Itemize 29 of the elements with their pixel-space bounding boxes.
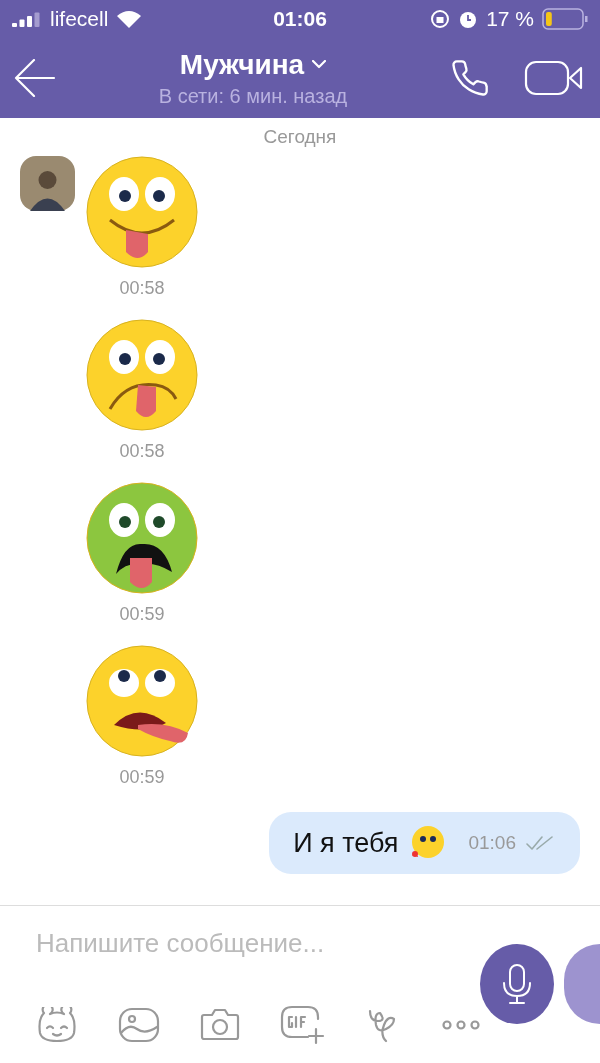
gif-plus-icon[interactable] <box>280 1005 326 1045</box>
bear-face-icon[interactable] <box>36 1007 78 1043</box>
camera-icon[interactable] <box>200 1008 240 1042</box>
battery-icon <box>542 8 588 30</box>
wifi-icon <box>116 10 143 28</box>
message-time: 00:58 <box>119 441 165 462</box>
image-icon[interactable] <box>118 1007 160 1043</box>
message-time: 00:59 <box>119 767 165 788</box>
signal-icon <box>12 11 42 27</box>
last-seen-status: В сети: 6 мин. назад <box>158 84 348 108</box>
battery-percent: 17 % <box>486 7 534 31</box>
message-time: 00:59 <box>119 604 165 625</box>
chevron-down-icon[interactable] <box>312 60 327 69</box>
contact-name[interactable]: Мужчина <box>179 48 305 81</box>
clock: 01:06 <box>273 7 327 31</box>
message-time: 01:06 <box>468 832 516 854</box>
more-icon[interactable] <box>442 1020 480 1030</box>
microphone-icon <box>501 963 532 1005</box>
message-text: И я тебя <box>293 827 399 859</box>
message-time: 00:58 <box>119 278 165 299</box>
date-label: Сегодня <box>263 126 337 148</box>
phone-icon[interactable] <box>450 58 490 98</box>
back-arrow-icon[interactable] <box>14 59 56 97</box>
avatar[interactable] <box>20 156 75 211</box>
video-camera-icon[interactable] <box>524 60 584 96</box>
rotation-lock-icon <box>430 9 451 29</box>
alarm-icon <box>458 9 479 29</box>
carrier-name: lifecell <box>50 7 109 31</box>
message-bubble[interactable]: И я тебя 01:06 <box>269 812 580 874</box>
